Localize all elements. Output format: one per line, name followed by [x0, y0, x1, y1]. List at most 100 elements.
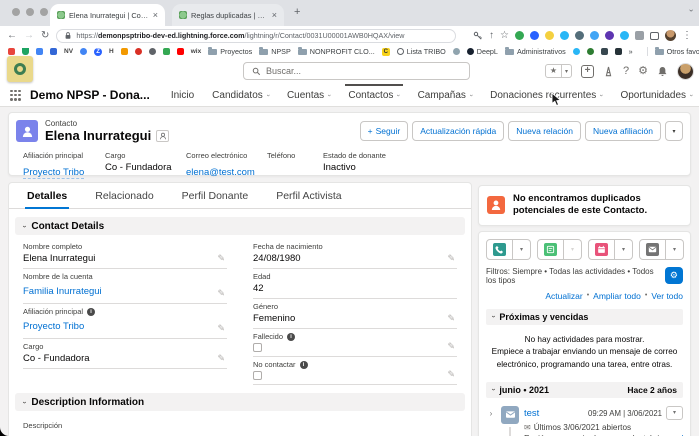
section-contact-details[interactable]: › Contact Details: [15, 217, 465, 235]
global-actions-icon[interactable]: +: [581, 64, 594, 78]
bookmark-star-icon[interactable]: ☆: [500, 30, 509, 41]
bookmark-folder[interactable]: Proyectos: [208, 46, 252, 56]
close-tab-icon[interactable]: ×: [153, 10, 158, 20]
extension-icon[interactable]: [530, 31, 539, 40]
edit-pencil-icon[interactable]: ✎: [447, 253, 455, 264]
browser-profile-avatar[interactable]: [665, 30, 676, 41]
timeline-item-dropdown[interactable]: ▾: [666, 405, 683, 420]
extension-icon[interactable]: [515, 31, 524, 40]
new-affiliation-button[interactable]: Nueva afiliación: [584, 121, 661, 141]
extensions-puzzle-icon[interactable]: [635, 31, 644, 40]
key-icon[interactable]: [473, 31, 483, 41]
bookmark-icon[interactable]: [134, 48, 142, 55]
profile-window-icon[interactable]: [650, 31, 659, 40]
window-close-button[interactable]: [12, 8, 20, 16]
nav-item-cuentas[interactable]: Cuentas ›: [278, 84, 339, 106]
section-chevron-icon[interactable]: ›: [490, 389, 497, 391]
nav-item-inicio[interactable]: Inicio: [162, 84, 203, 106]
expand-all-link[interactable]: Ampliar todo: [593, 291, 641, 301]
info-icon[interactable]: i: [287, 332, 296, 341]
quick-update-button[interactable]: Actualización rápida: [412, 121, 505, 141]
afiliacion-link[interactable]: Proyecto Tribo: [23, 321, 84, 332]
bookmark-icon[interactable]: [8, 48, 15, 55]
bookmark-label[interactable]: wix: [191, 48, 201, 55]
app-name[interactable]: Demo NPSP - Dona...: [30, 88, 150, 102]
new-task-dropdown[interactable]: ▾: [564, 238, 582, 260]
tab-detalles[interactable]: Detalles: [25, 183, 69, 209]
refresh-link[interactable]: Actualizar: [545, 291, 582, 301]
bookmark-label[interactable]: H: [109, 48, 114, 55]
edit-pencil-icon[interactable]: ✎: [217, 353, 225, 364]
new-tab-button[interactable]: +: [294, 6, 300, 18]
close-tab-icon[interactable]: ×: [272, 10, 277, 20]
section-description-information[interactable]: › Description Information: [15, 393, 465, 411]
window-zoom-button[interactable]: [40, 8, 48, 16]
browser-menu-icon[interactable]: ⋮: [682, 30, 692, 41]
browser-tab-active[interactable]: Elena Inurrategui | Contacto | S ×: [50, 4, 165, 26]
bookmark-label[interactable]: NV: [64, 48, 73, 55]
log-call-button[interactable]: [486, 238, 513, 260]
bookmark-icon[interactable]: [50, 48, 57, 55]
info-icon[interactable]: i: [299, 360, 308, 369]
info-icon[interactable]: i: [87, 307, 96, 316]
tab-perfil-activista[interactable]: Perfil Activista: [274, 183, 343, 209]
section-chevron-icon[interactable]: ›: [21, 401, 28, 403]
new-task-button[interactable]: [537, 238, 564, 260]
section-upcoming-overdue[interactable]: › Próximas y vencidas: [486, 308, 683, 325]
log-call-dropdown[interactable]: ▾: [513, 238, 531, 260]
guidance-center-icon[interactable]: [603, 66, 614, 77]
global-search-input[interactable]: Buscar...: [243, 62, 470, 80]
extension-icon[interactable]: [560, 31, 569, 40]
bookmark-icon[interactable]: [572, 48, 580, 55]
bookmark-icon[interactable]: [148, 48, 156, 55]
reload-icon[interactable]: ↻: [41, 30, 49, 41]
bookmark-icon[interactable]: [452, 48, 460, 55]
star-icon[interactable]: ★: [546, 65, 562, 77]
tab-overflow-chevron-icon[interactable]: ›: [687, 9, 696, 12]
section-chevron-icon[interactable]: ›: [21, 225, 28, 227]
bookmark-folder[interactable]: NPSP: [259, 46, 291, 56]
other-bookmarks-folder[interactable]: Otros favoritos: [654, 46, 699, 56]
new-relation-button[interactable]: Nueva relación: [508, 121, 581, 141]
bookmark-icon[interactable]: C: [381, 47, 390, 56]
more-actions-dropdown[interactable]: ▾: [665, 121, 683, 141]
bookmark-icon[interactable]: [614, 48, 622, 55]
share-icon[interactable]: ↑: [489, 30, 494, 41]
extension-icon[interactable]: [545, 31, 554, 40]
chevron-down-icon[interactable]: ›: [395, 94, 402, 96]
bookmark-icon[interactable]: [600, 48, 608, 55]
send-email-button[interactable]: [639, 238, 666, 260]
bookmark-folder[interactable]: Administrativos: [504, 46, 566, 56]
new-event-button[interactable]: [588, 238, 615, 260]
chevron-down-icon[interactable]: ›: [264, 94, 271, 96]
edit-pencil-icon[interactable]: ✎: [217, 288, 225, 299]
bookmark-icon[interactable]: [80, 48, 88, 55]
nav-item-contactos[interactable]: Contactos ›: [339, 84, 408, 106]
tab-perfil-donante[interactable]: Perfil Donante: [180, 183, 251, 209]
nav-item-oportunidades[interactable]: Oportunidades ›: [611, 84, 699, 106]
follow-button[interactable]: + Seguir: [359, 121, 409, 141]
nav-item-campanas[interactable]: Campañas ›: [409, 84, 482, 106]
nav-item-donaciones-recurrentes[interactable]: Donaciones recurrentes ›: [481, 84, 611, 106]
edit-pencil-icon[interactable]: ✎: [447, 369, 455, 380]
expand-chevron-icon[interactable]: ›: [486, 406, 496, 436]
bookmark-icon[interactable]: [36, 48, 43, 55]
bookmark-icon[interactable]: [22, 48, 29, 55]
chevron-down-icon[interactable]: ›: [598, 94, 605, 96]
user-avatar[interactable]: [677, 62, 694, 80]
section-chevron-icon[interactable]: ›: [490, 316, 497, 318]
email-link[interactable]: elena@test.com: [186, 167, 255, 178]
edit-pencil-icon[interactable]: ✎: [447, 313, 455, 324]
bookmarks-overflow-chevron[interactable]: »: [629, 47, 633, 56]
chevron-down-icon[interactable]: ›: [468, 94, 475, 96]
fallecido-checkbox[interactable]: [253, 343, 262, 352]
bookmark-icon[interactable]: [586, 48, 594, 55]
bookmark-folder[interactable]: NONPROFIT CLO...: [297, 46, 375, 56]
bookmark-item[interactable]: DeepL: [466, 47, 498, 56]
section-month-june-2021[interactable]: › junio • 2021 Hace 2 años: [486, 381, 683, 398]
view-all-link[interactable]: Ver todo: [651, 291, 683, 301]
edit-pencil-icon[interactable]: ✎: [217, 253, 225, 264]
window-minimize-button[interactable]: [26, 8, 34, 16]
contact-hierarchy-icon[interactable]: [156, 129, 170, 142]
chevron-down-icon[interactable]: ›: [688, 94, 695, 96]
